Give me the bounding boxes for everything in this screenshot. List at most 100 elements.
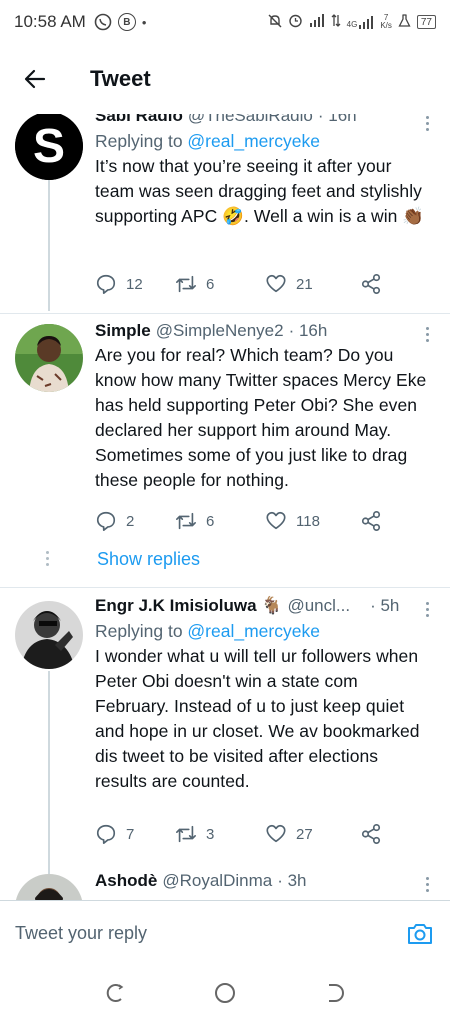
tweet-content: Sabi Radio @TheSabiRadio · 16h Replying … xyxy=(95,114,430,229)
back-nav-button[interactable] xyxy=(324,982,346,1009)
like-count: 27 xyxy=(296,825,313,843)
retweet-count: 3 xyxy=(206,825,215,843)
notification-dot-icon: • xyxy=(141,14,147,30)
network-speed-unit: K/s xyxy=(380,21,392,30)
camera-button[interactable] xyxy=(405,919,435,949)
author-handle[interactable]: @TheSabiRadio xyxy=(188,114,313,126)
reply-composer[interactable]: Tweet your reply xyxy=(0,900,450,966)
mention-link[interactable]: @real_mercyeke xyxy=(187,131,320,151)
retweet-icon xyxy=(176,825,196,843)
reply-count: 2 xyxy=(126,512,135,530)
tweet-actions: 2 6 118 xyxy=(95,509,395,533)
reply-button[interactable]: 12 xyxy=(95,273,175,295)
tweet-header: Sabi Radio @TheSabiRadio · 16h xyxy=(95,114,430,126)
like-button[interactable]: 118 xyxy=(265,510,360,532)
divider xyxy=(0,587,450,588)
author-handle[interactable]: @RoyalDinma xyxy=(162,871,272,891)
avatar[interactable] xyxy=(15,874,83,900)
author-name[interactable]: Ashodè xyxy=(95,871,157,891)
avatar[interactable] xyxy=(15,324,83,392)
camera-icon xyxy=(408,923,432,944)
alarm-icon xyxy=(288,13,303,31)
battery-level: 77 xyxy=(420,16,432,28)
author-handle[interactable]: @uncl... xyxy=(287,596,350,616)
signal-4g-icon: 4G xyxy=(346,15,375,29)
thread-line xyxy=(48,671,50,874)
retweet-icon xyxy=(176,275,196,293)
author-handle[interactable]: @SimpleNenye2 xyxy=(156,321,284,341)
tweet-text: I wonder what u will tell ur followers w… xyxy=(95,646,420,791)
heart-icon xyxy=(266,824,286,843)
tweet-feed[interactable]: S Sabi Radio @TheSabiRadio · 16h Replyin… xyxy=(0,114,450,900)
thread-dots xyxy=(46,551,49,569)
share-button[interactable] xyxy=(360,823,391,845)
svg-text:S: S xyxy=(33,120,65,173)
system-nav-bar xyxy=(0,966,450,1024)
like-button[interactable]: 21 xyxy=(265,273,360,295)
top-header: Tweet xyxy=(0,44,450,114)
tweet-content: Engr J.K Imisioluwa 🐐 @uncl... · 5h Repl… xyxy=(95,596,430,794)
thread-line xyxy=(48,176,50,311)
reply-button[interactable]: 2 xyxy=(95,510,175,532)
arrow-left-icon xyxy=(24,69,46,89)
tweet-text: It’s now that you’re seeing it after you… xyxy=(95,156,425,226)
flask-icon xyxy=(398,14,411,30)
heart-icon xyxy=(266,511,286,530)
more-vertical-icon[interactable] xyxy=(426,877,430,895)
page-title: Tweet xyxy=(90,66,151,91)
share-button[interactable] xyxy=(360,510,391,532)
tweet-time: · 16h xyxy=(288,321,328,340)
share-icon xyxy=(361,511,381,531)
author-name[interactable]: Simple xyxy=(95,321,151,341)
share-button[interactable] xyxy=(360,273,391,295)
mute-icon xyxy=(268,14,282,31)
tweet-header: Simple @SimpleNenye2 · 16h xyxy=(95,321,430,341)
back-button[interactable] xyxy=(0,44,70,114)
show-replies-link[interactable]: Show replies xyxy=(97,549,200,570)
like-button[interactable]: 27 xyxy=(265,823,360,845)
replying-to-label: Replying to xyxy=(95,621,188,641)
status-time: 10:58 AM xyxy=(14,12,86,31)
tweet-time: · 3h xyxy=(277,871,307,890)
like-count: 21 xyxy=(296,275,313,293)
reply-icon xyxy=(96,511,116,531)
reply-count: 12 xyxy=(126,275,143,293)
reply-count: 7 xyxy=(126,825,135,843)
home-button[interactable] xyxy=(213,981,237,1010)
tweet-time: · 5h xyxy=(370,596,400,615)
retweet-button[interactable]: 3 xyxy=(175,823,265,845)
avatar[interactable]: S xyxy=(15,114,83,180)
like-count: 118 xyxy=(296,512,320,530)
author-name[interactable]: Sabi Radio xyxy=(95,114,183,126)
b-app-icon: B xyxy=(117,13,136,31)
reply-icon xyxy=(96,824,116,844)
retweet-count: 6 xyxy=(206,512,215,530)
retweet-button[interactable]: 6 xyxy=(175,273,265,295)
reply-input[interactable]: Tweet your reply xyxy=(15,923,405,944)
mention-link[interactable]: @real_mercyeke xyxy=(187,621,320,641)
reply-button[interactable]: 7 xyxy=(95,823,175,845)
whatsapp-icon xyxy=(94,13,112,31)
more-vertical-icon[interactable] xyxy=(426,602,430,620)
replying-to-label: Replying to xyxy=(95,131,188,151)
replying-to: Replying to @real_mercyeke xyxy=(95,621,430,642)
retweet-icon xyxy=(176,512,196,530)
avatar[interactable] xyxy=(15,601,83,669)
more-vertical-icon[interactable] xyxy=(426,116,430,134)
more-vertical-icon[interactable] xyxy=(426,327,430,345)
tweet-header: Ashodè @RoyalDinma · 3h xyxy=(95,871,430,891)
network-type-label: 4G xyxy=(346,19,358,29)
replying-to: Replying to @real_mercyeke xyxy=(95,131,430,152)
recent-apps-icon xyxy=(106,983,124,1002)
heart-icon xyxy=(266,274,286,293)
divider xyxy=(0,313,450,314)
data-arrows-icon xyxy=(331,14,341,30)
tweet-actions: 7 3 27 xyxy=(95,822,395,846)
recent-apps-button[interactable] xyxy=(104,982,126,1009)
retweet-button[interactable]: 6 xyxy=(175,510,265,532)
share-icon xyxy=(361,824,381,844)
reply-icon xyxy=(96,274,116,294)
tweet-content: Ashodè @RoyalDinma · 3h xyxy=(95,871,430,891)
back-nav-icon xyxy=(329,983,345,1002)
author-name[interactable]: Engr J.K Imisioluwa 🐐 xyxy=(95,596,282,616)
